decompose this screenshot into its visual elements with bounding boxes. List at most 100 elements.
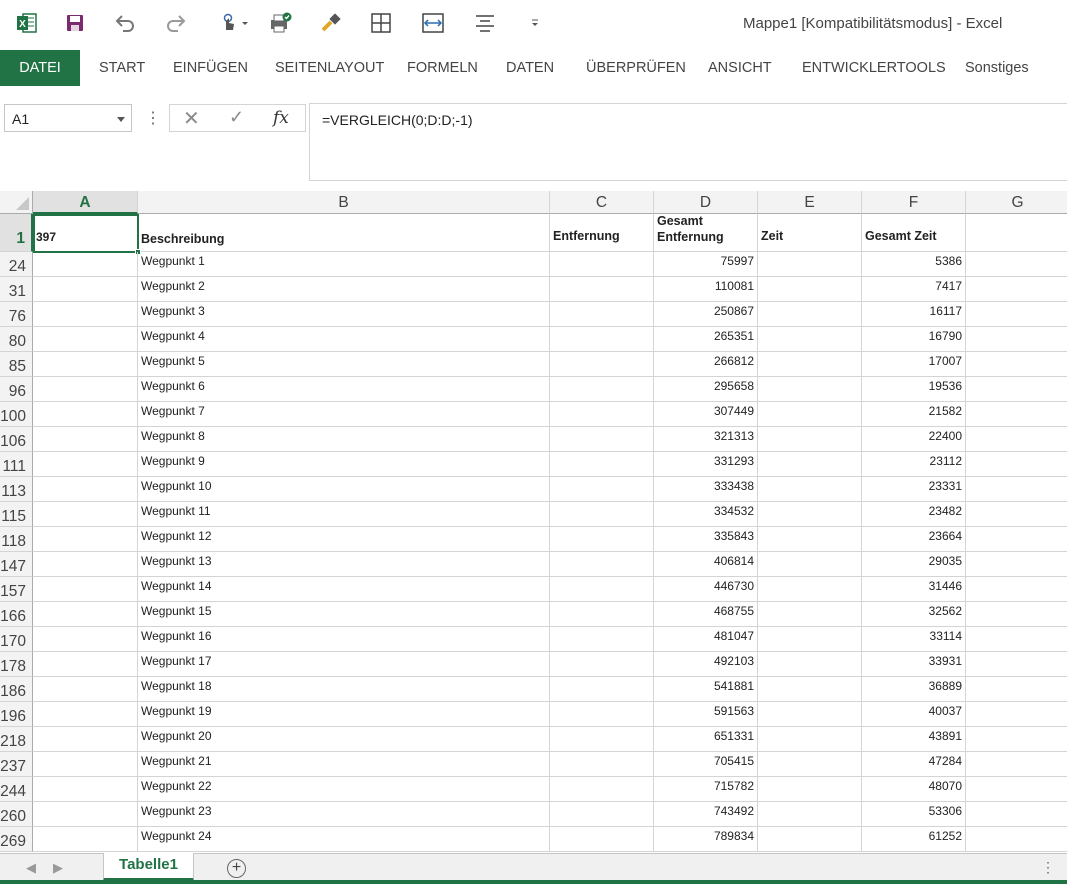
- cell-a[interactable]: [33, 302, 138, 327]
- row-header[interactable]: 106: [0, 427, 33, 452]
- cell-f[interactable]: 22400: [862, 427, 966, 452]
- cell-c[interactable]: [550, 402, 654, 427]
- row-header[interactable]: 76: [0, 302, 33, 327]
- cell-f[interactable]: 29035: [862, 552, 966, 577]
- tab-sonstiges[interactable]: Sonstiges: [965, 50, 1029, 86]
- cell-b[interactable]: Wegpunkt 15: [138, 602, 550, 627]
- cell-d[interactable]: 446730: [654, 577, 758, 602]
- cell-a[interactable]: [33, 727, 138, 752]
- cell-a[interactable]: [33, 502, 138, 527]
- cell-c[interactable]: [550, 652, 654, 677]
- sheet-tab-tabelle1[interactable]: Tabelle1: [103, 853, 194, 881]
- cancel-icon[interactable]: ✕: [183, 106, 200, 131]
- cell-d[interactable]: 307449: [654, 402, 758, 427]
- cell-b[interactable]: Wegpunkt 7: [138, 402, 550, 427]
- cell-d[interactable]: 250867: [654, 302, 758, 327]
- cell-c[interactable]: [550, 752, 654, 777]
- cell-a[interactable]: [33, 252, 138, 277]
- cell-a[interactable]: [33, 377, 138, 402]
- row-header[interactable]: 147: [0, 552, 33, 577]
- cell-e[interactable]: [758, 352, 862, 377]
- cell-d[interactable]: 321313: [654, 427, 758, 452]
- cell-a[interactable]: [33, 427, 138, 452]
- cell-b1[interactable]: Beschreibung: [138, 214, 550, 252]
- row-header[interactable]: 31: [0, 277, 33, 302]
- tab-formeln[interactable]: FORMELN: [407, 50, 478, 86]
- cell-d[interactable]: 743492: [654, 802, 758, 827]
- cell-e[interactable]: [758, 552, 862, 577]
- scroll-right-icon[interactable]: ▶: [53, 860, 63, 876]
- cell-g[interactable]: [966, 527, 1067, 552]
- column-header-g[interactable]: G: [966, 191, 1067, 214]
- cell-g[interactable]: [966, 652, 1067, 677]
- excel-logo-icon[interactable]: X: [12, 8, 42, 38]
- cell-e[interactable]: [758, 452, 862, 477]
- cell-c[interactable]: [550, 477, 654, 502]
- cell-d[interactable]: 334532: [654, 502, 758, 527]
- cell-d[interactable]: 265351: [654, 327, 758, 352]
- cell-f[interactable]: 53306: [862, 802, 966, 827]
- cell-g[interactable]: [966, 577, 1067, 602]
- cell-c[interactable]: [550, 352, 654, 377]
- column-header-a[interactable]: A: [33, 191, 138, 214]
- cell-b[interactable]: Wegpunkt 10: [138, 477, 550, 502]
- cell-b[interactable]: Wegpunkt 22: [138, 777, 550, 802]
- cell-c[interactable]: [550, 327, 654, 352]
- cell-d[interactable]: 591563: [654, 702, 758, 727]
- cell-g[interactable]: [966, 502, 1067, 527]
- cell-c[interactable]: [550, 452, 654, 477]
- cell-c[interactable]: [550, 577, 654, 602]
- cell-a[interactable]: [33, 352, 138, 377]
- cell-c[interactable]: [550, 827, 654, 852]
- tab-start[interactable]: START: [99, 50, 145, 86]
- cell-g[interactable]: [966, 777, 1067, 802]
- add-sheet-button[interactable]: +: [227, 859, 246, 878]
- cell-f[interactable]: 31446: [862, 577, 966, 602]
- cell-d[interactable]: 715782: [654, 777, 758, 802]
- cell-e1[interactable]: Zeit: [758, 214, 862, 252]
- cell-b[interactable]: Wegpunkt 1: [138, 252, 550, 277]
- cell-f[interactable]: 23112: [862, 452, 966, 477]
- cell-a[interactable]: [33, 327, 138, 352]
- cell-f[interactable]: 19536: [862, 377, 966, 402]
- cell-a[interactable]: [33, 652, 138, 677]
- cell-c[interactable]: [550, 427, 654, 452]
- cell-a[interactable]: [33, 677, 138, 702]
- cell-a[interactable]: [33, 702, 138, 727]
- row-header[interactable]: 96: [0, 377, 33, 402]
- cell-b[interactable]: Wegpunkt 20: [138, 727, 550, 752]
- cell-a[interactable]: [33, 477, 138, 502]
- cell-a[interactable]: [33, 752, 138, 777]
- tab-datei[interactable]: DATEI: [0, 50, 80, 86]
- row-header[interactable]: 80: [0, 327, 33, 352]
- cell-a[interactable]: [33, 627, 138, 652]
- cell-e[interactable]: [758, 802, 862, 827]
- tab-ansicht[interactable]: ANSICHT: [708, 50, 772, 86]
- row-header[interactable]: 24: [0, 252, 33, 277]
- cell-e[interactable]: [758, 427, 862, 452]
- row-header[interactable]: 118: [0, 527, 33, 552]
- cell-d[interactable]: 331293: [654, 452, 758, 477]
- row-header[interactable]: 244: [0, 777, 33, 802]
- cell-b[interactable]: Wegpunkt 5: [138, 352, 550, 377]
- cell-a[interactable]: [33, 777, 138, 802]
- scroll-left-icon[interactable]: ◀: [26, 860, 36, 876]
- cell-c[interactable]: [550, 602, 654, 627]
- tab-einfuegen[interactable]: EINFÜGEN: [173, 50, 248, 86]
- cell-f[interactable]: 17007: [862, 352, 966, 377]
- cell-b[interactable]: Wegpunkt 17: [138, 652, 550, 677]
- cell-b[interactable]: Wegpunkt 23: [138, 802, 550, 827]
- cell-g[interactable]: [966, 752, 1067, 777]
- cell-d[interactable]: 266812: [654, 352, 758, 377]
- cell-a[interactable]: [33, 577, 138, 602]
- cell-b[interactable]: Wegpunkt 2: [138, 277, 550, 302]
- cell-d[interactable]: 789834: [654, 827, 758, 852]
- cell-e[interactable]: [758, 702, 862, 727]
- cell-d[interactable]: 295658: [654, 377, 758, 402]
- row-header[interactable]: 186: [0, 677, 33, 702]
- row-header[interactable]: 178: [0, 652, 33, 677]
- cell-e[interactable]: [758, 502, 862, 527]
- cell-e[interactable]: [758, 602, 862, 627]
- cell-g1[interactable]: [966, 214, 1067, 252]
- row-header[interactable]: 1: [0, 214, 33, 252]
